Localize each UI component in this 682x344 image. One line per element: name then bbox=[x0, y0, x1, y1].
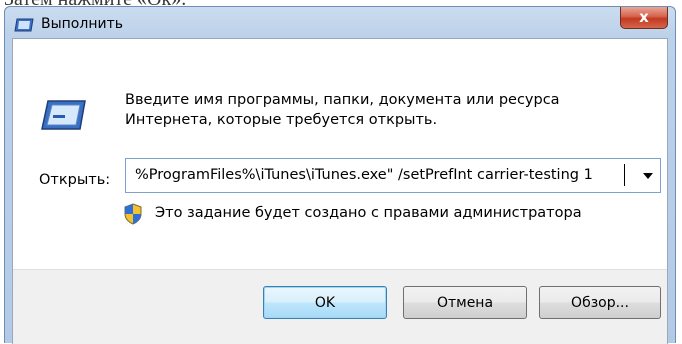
close-icon: x bbox=[639, 8, 649, 26]
cancel-button[interactable]: Отмена bbox=[403, 286, 527, 319]
description-line: Интернета, которые требуется открыть. bbox=[125, 112, 438, 128]
ok-button[interactable]: OK bbox=[263, 286, 387, 319]
dialog-body: Введите имя программы, папки, документа … bbox=[12, 38, 668, 344]
browse-button[interactable]: Обзор... bbox=[539, 286, 661, 319]
chevron-down-icon bbox=[643, 172, 653, 179]
description-text: Введите имя программы, папки, документа … bbox=[125, 90, 645, 130]
admin-note: Это задание будет создано с правами адми… bbox=[155, 205, 582, 221]
text-caret bbox=[624, 164, 625, 186]
uac-shield-icon bbox=[124, 203, 142, 225]
open-input[interactable] bbox=[135, 167, 625, 183]
dropdown-button[interactable] bbox=[636, 159, 660, 192]
open-combobox[interactable] bbox=[125, 158, 661, 193]
close-button[interactable]: x bbox=[620, 7, 668, 29]
run-icon bbox=[41, 100, 86, 130]
open-label: Открыть: bbox=[39, 172, 111, 188]
description-line: Введите имя программы, папки, документа … bbox=[125, 92, 560, 108]
title-bar[interactable]: Выполнить x bbox=[5, 7, 675, 41]
window-title: Выполнить bbox=[41, 16, 123, 32]
run-dialog-window: Выполнить x Введите имя программы, папки… bbox=[4, 6, 676, 344]
run-icon bbox=[14, 18, 34, 32]
